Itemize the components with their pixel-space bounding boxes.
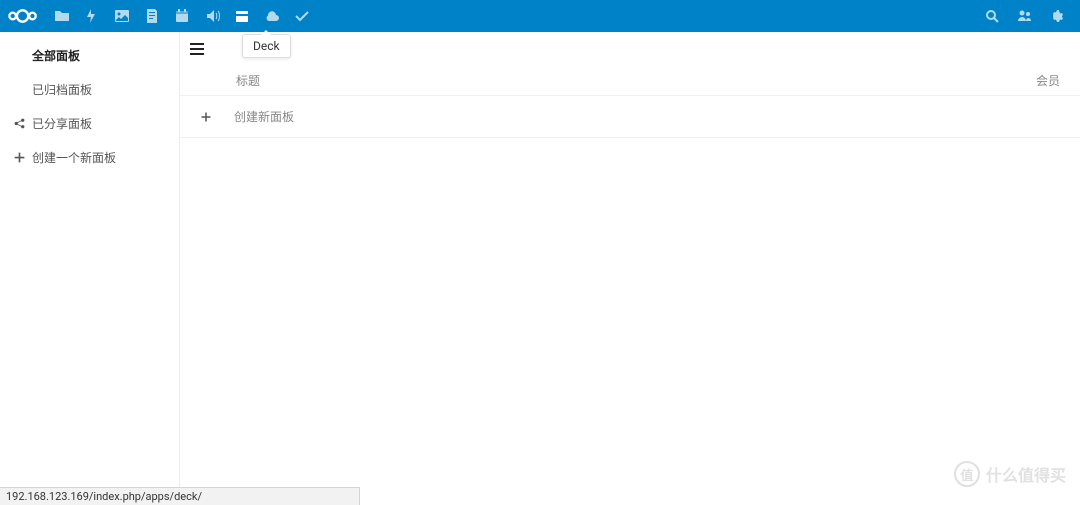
browser-statusbar: 192.168.123.169/index.php/apps/deck/ [0, 487, 360, 505]
plus-icon [10, 151, 28, 164]
gallery-icon[interactable] [107, 0, 137, 32]
main-panel: 标题 会员 创建新面板 [180, 32, 1080, 487]
sidebar-item-label: 全部面板 [32, 47, 80, 64]
contacts-icon[interactable] [1008, 0, 1040, 32]
create-board-row[interactable]: 创建新面板 [180, 96, 1080, 138]
settings-icon[interactable] [1040, 0, 1072, 32]
column-title: 标题 [236, 72, 1000, 89]
content-container: 全部面板 已归档面板 已分享面板 创建一个新面板 标题 会员 创建新面板 [0, 32, 1080, 487]
main-header [180, 32, 1080, 66]
search-icon[interactable] [976, 0, 1008, 32]
share-icon [10, 117, 28, 130]
files-icon[interactable] [47, 0, 77, 32]
app-menu [47, 0, 317, 32]
deck-tooltip: Deck [242, 34, 291, 58]
cloud-icon[interactable] [257, 0, 287, 32]
audio-icon[interactable] [197, 0, 227, 32]
column-member: 会员 [1000, 72, 1060, 89]
statusbar-text: 192.168.123.169/index.php/apps/deck/ [6, 490, 202, 503]
table-header: 标题 会员 [180, 66, 1080, 96]
create-board-label: 创建新面板 [234, 108, 294, 125]
sidebar: 全部面板 已归档面板 已分享面板 创建一个新面板 [0, 32, 180, 487]
tasks-icon[interactable] [287, 0, 317, 32]
top-bar [0, 0, 1080, 32]
sidebar-item-all-boards[interactable]: 全部面板 [0, 38, 179, 72]
deck-icon[interactable] [227, 0, 257, 32]
sidebar-item-label: 创建一个新面板 [32, 149, 116, 166]
notes-icon[interactable] [137, 0, 167, 32]
topbar-right [976, 0, 1072, 32]
sidebar-item-label: 已分享面板 [32, 115, 92, 132]
activity-icon[interactable] [77, 0, 107, 32]
tooltip-text: Deck [253, 39, 280, 53]
sidebar-item-archived[interactable]: 已归档面板 [0, 72, 179, 106]
nextcloud-logo[interactable] [8, 8, 37, 24]
sidebar-item-create[interactable]: 创建一个新面板 [0, 140, 179, 174]
sidebar-item-shared[interactable]: 已分享面板 [0, 106, 179, 140]
sidebar-item-label: 已归档面板 [32, 81, 92, 98]
hamburger-icon[interactable] [190, 39, 210, 59]
plus-icon [196, 107, 216, 127]
calendar-icon[interactable] [167, 0, 197, 32]
